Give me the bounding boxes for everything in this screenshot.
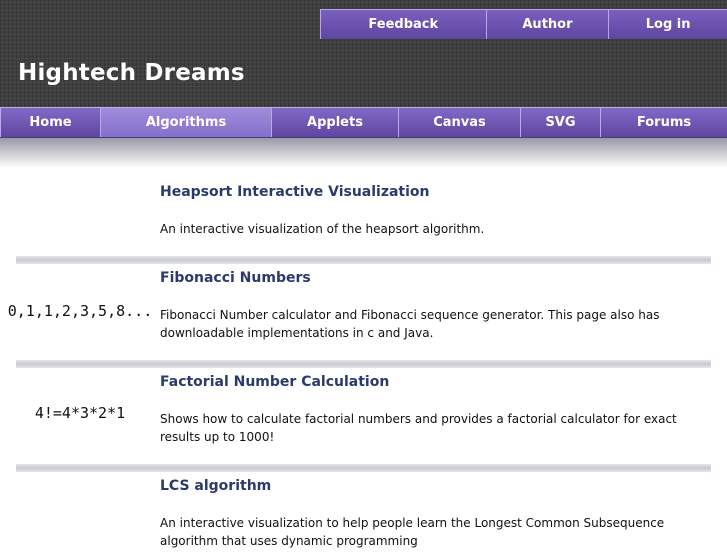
entry-description: Fibonacci Number calculator and Fibonacc…	[160, 308, 660, 340]
main-nav: Home Algorithms Applets Canvas SVG Forum…	[0, 107, 727, 138]
list-item: LCS algorithm An interactive visualizati…	[0, 472, 727, 552]
list-item: 0,1,1,2,3,5,8... Fibonacci Numbers Fibon…	[0, 264, 727, 360]
entry-title-link[interactable]: Factorial Number Calculation	[160, 374, 389, 390]
top-nav: Feedback Author Log in	[320, 9, 727, 39]
top-nav-login-link[interactable]: Log in	[609, 10, 727, 39]
entry-description: An interactive visualization of the heap…	[160, 222, 485, 236]
row-separator	[16, 464, 711, 472]
site-header: Feedback Author Log in Hightech Dreams	[0, 0, 727, 107]
list-item: Heapsort Interactive Visualization An in…	[0, 168, 727, 256]
entry-title-link[interactable]: Fibonacci Numbers	[160, 270, 311, 286]
entry-title-link[interactable]: LCS algorithm	[160, 478, 271, 494]
nav-tab-applets[interactable]: Applets	[271, 108, 398, 137]
site-title: Hightech Dreams	[18, 60, 245, 86]
entry-description: Shows how to calculate factorial numbers…	[160, 412, 677, 444]
nav-tab-algorithms[interactable]: Algorithms	[100, 108, 271, 137]
nav-tab-svg[interactable]: SVG	[520, 108, 600, 137]
nav-tab-canvas[interactable]: Canvas	[398, 108, 520, 137]
nav-tab-home[interactable]: Home	[0, 108, 100, 137]
top-nav-feedback-link[interactable]: Feedback	[321, 10, 487, 39]
nav-tab-forums[interactable]: Forums	[600, 108, 727, 137]
list-item: 4!=4*3*2*1 Factorial Number Calculation …	[0, 368, 727, 464]
header-shadow	[0, 138, 727, 168]
entry-title-link[interactable]: Heapsort Interactive Visualization	[160, 184, 430, 200]
row-separator	[16, 256, 711, 264]
row-separator	[16, 360, 711, 368]
article-list: Heapsort Interactive Visualization An in…	[0, 168, 727, 548]
top-nav-author-link[interactable]: Author	[487, 10, 610, 39]
entry-thumbnail: 0,1,1,2,3,5,8...	[7, 302, 153, 320]
entry-thumbnail: 4!=4*3*2*1	[34, 404, 126, 422]
